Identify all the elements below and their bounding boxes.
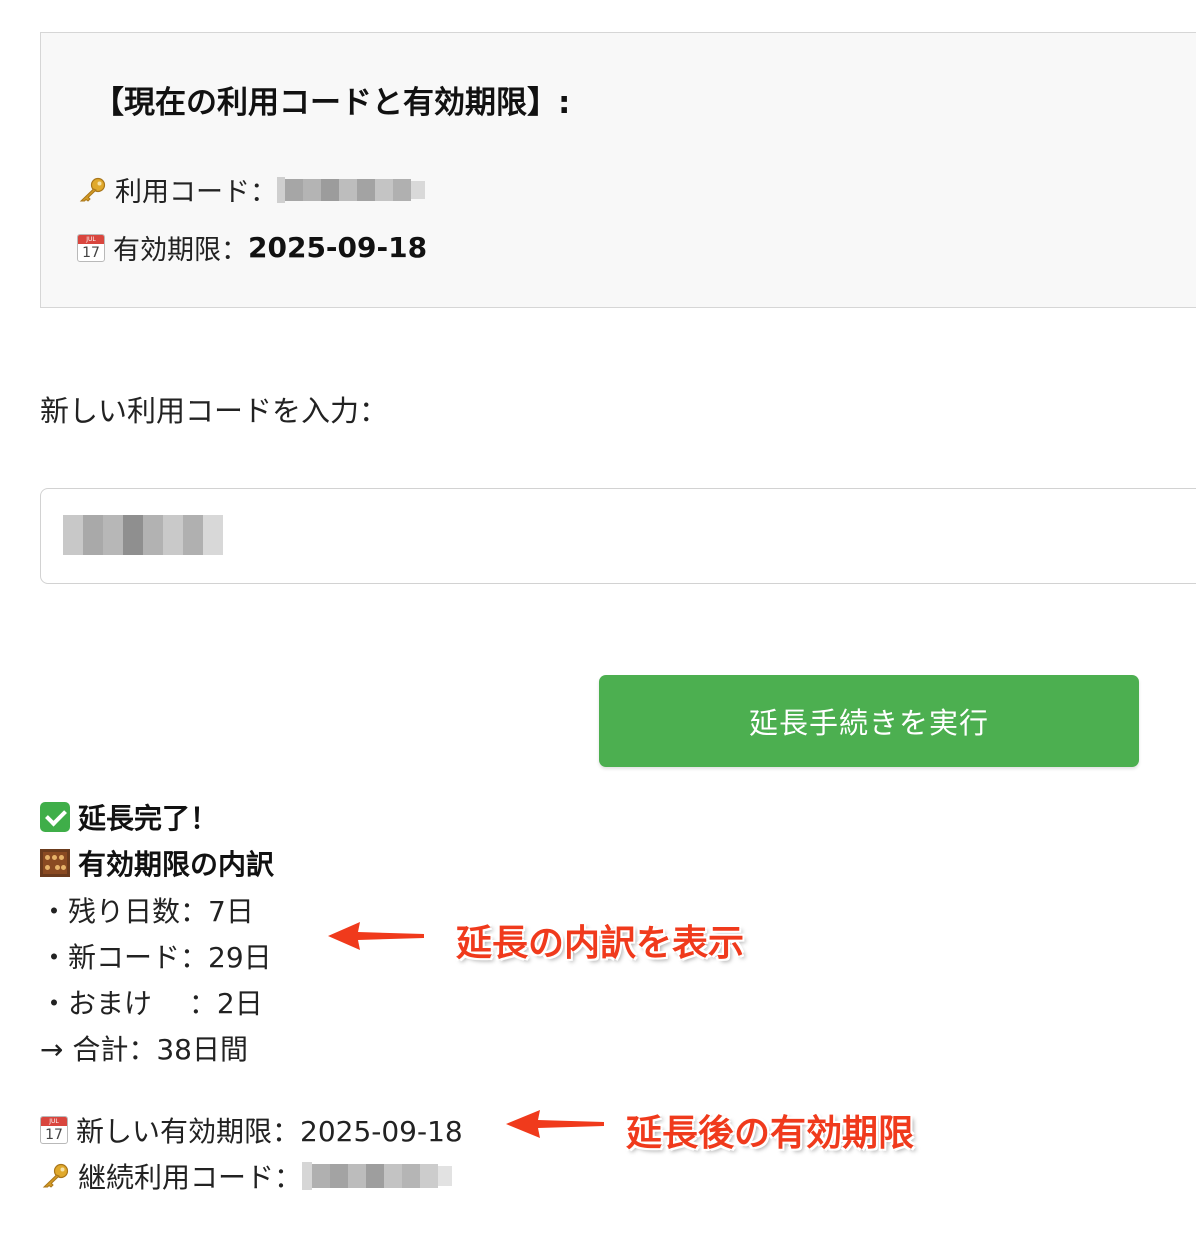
remaining-days-line: ・残り日数：7日 bbox=[40, 895, 254, 928]
new-expiry-text: 新しい有効期限：2025-09-18 bbox=[76, 1115, 463, 1148]
calendar-icon: JUL 17 bbox=[77, 233, 105, 262]
breakdown-title: 有効期限の内訳 bbox=[40, 843, 274, 883]
continued-code-line: 継続利用コード： bbox=[40, 1156, 453, 1196]
extension-done-message: 延長完了！ bbox=[40, 797, 218, 837]
page: 【現在の利用コードと有効期限】: 利用コード： JUL 17 有効期限： 202… bbox=[0, 0, 1196, 1238]
breakdown-title-text: 有効期限の内訳 bbox=[78, 848, 275, 881]
annotation-expiry-text: 延長後の有効期限 bbox=[626, 1113, 915, 1154]
total-days-line: → 合計：38日間 bbox=[40, 1033, 248, 1066]
current-expiry-row: JUL 17 有効期限： 2025-09-18 bbox=[77, 228, 427, 267]
annotation-arrow-expiry bbox=[506, 1110, 604, 1138]
abacus-icon bbox=[40, 849, 70, 877]
annotation-arrow-breakdown bbox=[328, 922, 424, 950]
extension-done-text: 延長完了！ bbox=[78, 802, 219, 835]
new-code-input[interactable] bbox=[40, 488, 1196, 584]
calendar-icon: JUL 17 bbox=[40, 1116, 68, 1144]
current-expiry-label: 有効期限： bbox=[113, 235, 248, 266]
current-code-row: 利用コード： bbox=[77, 170, 425, 209]
redacted-new-code bbox=[63, 515, 223, 555]
bonus-days-line: ・おまけ ：2日 bbox=[40, 987, 263, 1020]
key-icon bbox=[42, 1163, 69, 1188]
check-icon bbox=[40, 802, 70, 832]
new-code-label: 新しい利用コードを入力： bbox=[40, 394, 389, 428]
redacted-continued-code bbox=[302, 1162, 453, 1190]
key-icon bbox=[79, 177, 106, 202]
new-expiry-line: JUL 17 新しい有効期限：2025-09-18 bbox=[40, 1110, 463, 1150]
current-expiry-value: 2025-09-18 bbox=[248, 231, 428, 264]
new-code-days-line: ・新コード：29日 bbox=[40, 941, 272, 974]
redacted-current-code bbox=[277, 176, 425, 203]
current-code-title: 【現在の利用コードと有効期限】: bbox=[93, 85, 571, 121]
continued-code-label: 継続利用コード： bbox=[78, 1161, 303, 1194]
current-code-label: 利用コード： bbox=[115, 177, 277, 208]
annotation-breakdown-text: 延長の内訳を表示 bbox=[456, 923, 745, 964]
current-code-panel: 【現在の利用コードと有効期限】: 利用コード： JUL 17 有効期限： 202… bbox=[40, 32, 1196, 308]
extend-button[interactable]: 延長手続きを実行 bbox=[599, 675, 1139, 767]
